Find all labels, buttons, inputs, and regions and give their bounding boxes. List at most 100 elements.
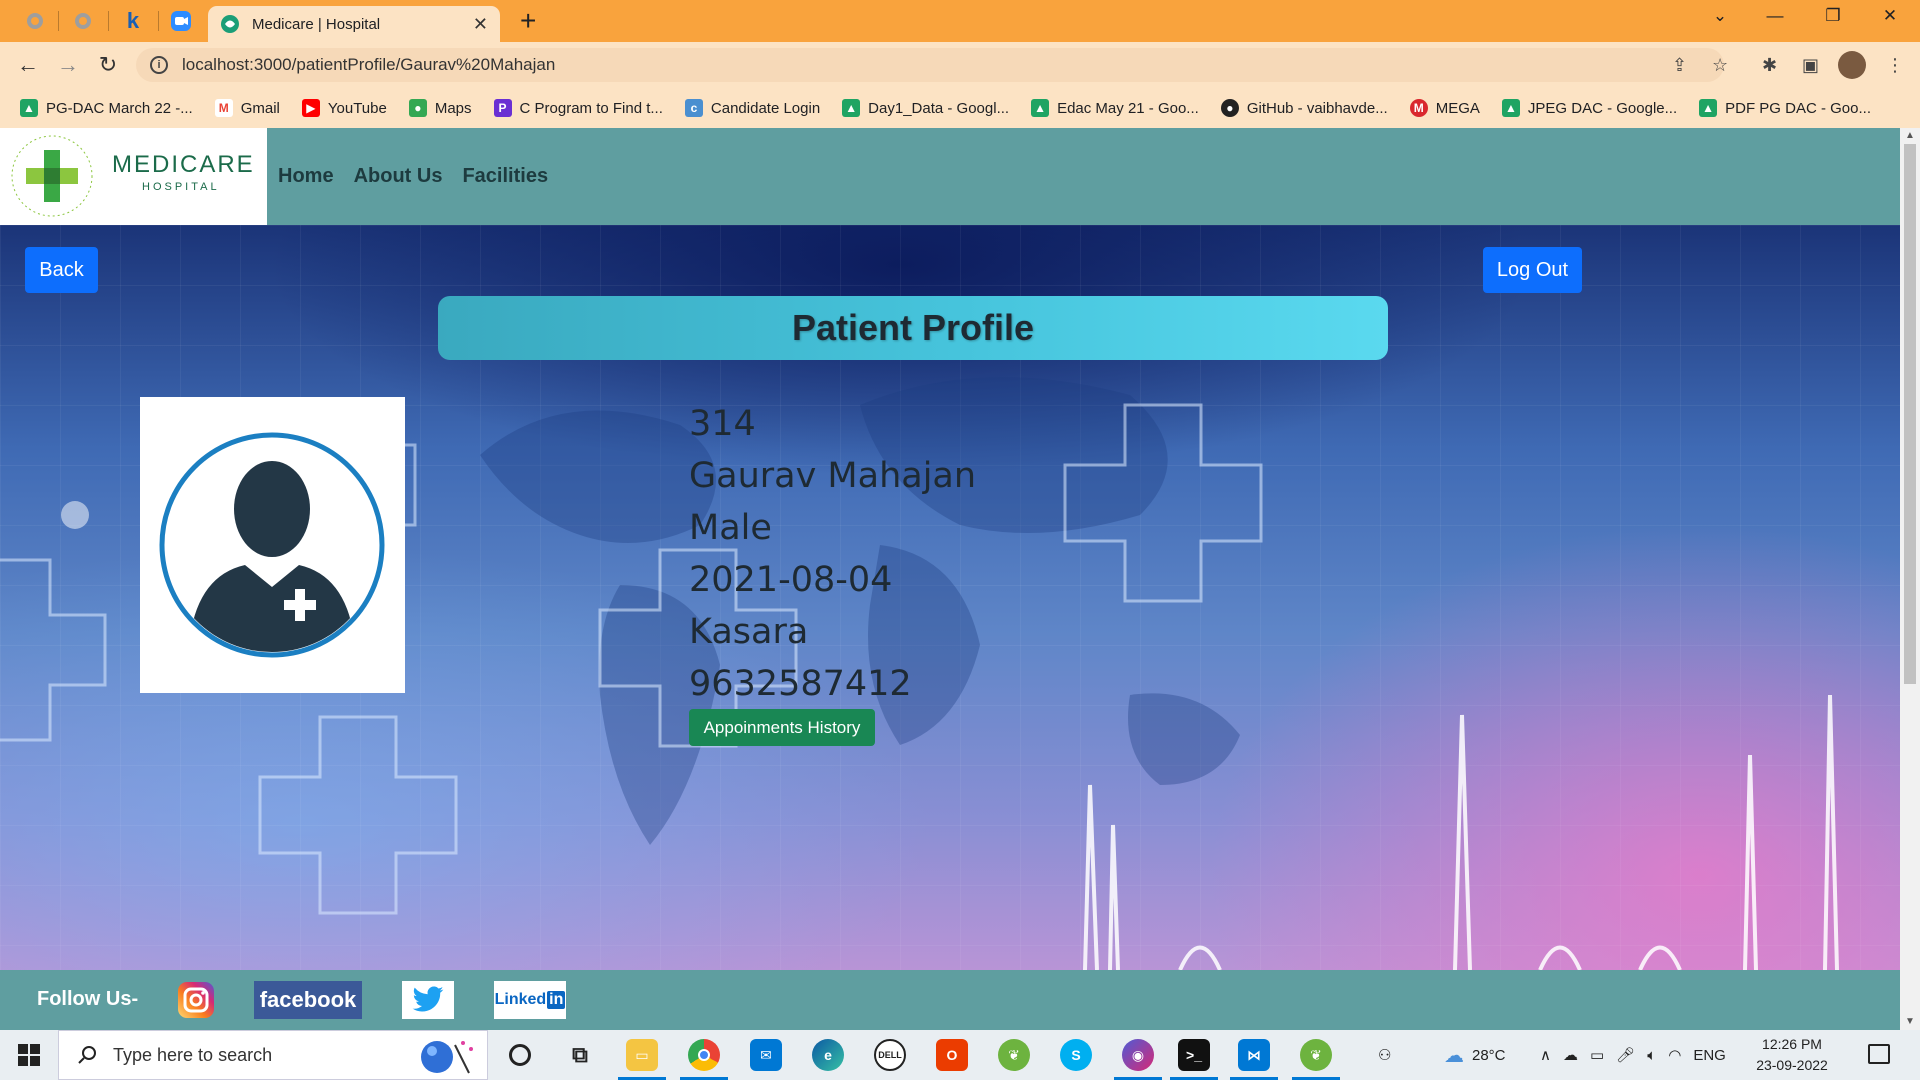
weather-temp: 28°C — [1472, 1046, 1506, 1064]
share-icon[interactable]: ⇪ — [1672, 55, 1687, 76]
wifi-icon[interactable]: ◠ — [1668, 1046, 1681, 1064]
restore-button[interactable]: ❐ — [1813, 6, 1853, 26]
page-scrollbar[interactable]: ▲ ▼ — [1900, 128, 1920, 1030]
pinned-tab-4[interactable] — [168, 8, 194, 34]
task-view-icon[interactable]: ⧉ — [564, 1039, 596, 1071]
patient-phone: 9632587412 — [689, 664, 912, 704]
site-info-icon[interactable]: i — [150, 56, 168, 74]
language-indicator[interactable]: ENG — [1693, 1047, 1726, 1064]
mail-icon[interactable]: ✉ — [750, 1039, 782, 1071]
scroll-down-icon[interactable]: ▼ — [1905, 1016, 1915, 1027]
menu-dots-icon[interactable]: ⋮ — [1886, 55, 1904, 76]
profile-avatar[interactable] — [1838, 51, 1866, 79]
bookmark-3[interactable]: ▶ YouTube — [301, 99, 387, 117]
bookmark-9[interactable]: ● GitHub - vaibhavde... — [1220, 99, 1388, 117]
reload-icon[interactable]: ↻ — [94, 51, 122, 79]
site-navbar: MEDICARE HOSPITAL Home About Us Faciliti… — [0, 128, 1900, 225]
nav-facilities[interactable]: Facilities — [462, 165, 548, 188]
chevron-up-icon[interactable]: ∧ — [1540, 1046, 1551, 1064]
dell-icon[interactable]: DELL — [874, 1039, 906, 1071]
bookmark-11[interactable]: ▲ JPEG DAC - Google... — [1501, 99, 1677, 117]
bookmarks-bar: ▲ PG-DAC March 22 -... M Gmail ▶ YouTube ● M… — [0, 88, 1920, 128]
new-tab-button[interactable]: + — [520, 5, 536, 37]
close-window-button[interactable]: ✕ — [1870, 6, 1910, 26]
notifications-icon[interactable] — [1868, 1044, 1890, 1064]
hero-background: Back Log Out Patient Profile 314 Gaurav … — [0, 225, 1900, 970]
spring-boot-icon[interactable]: ❦ — [1300, 1039, 1332, 1071]
appointments-history-button[interactable]: Appoinments History — [689, 709, 875, 746]
cortana-icon[interactable] — [509, 1044, 531, 1066]
google-drive-icon: ▲ — [842, 99, 861, 117]
address-bar[interactable]: i localhost:3000/patientProfile/Gaurav%2… — [136, 48, 1724, 82]
clock-time: 12:26 PM — [1762, 1036, 1822, 1052]
taskbar-search-input[interactable]: Type here to search — [58, 1030, 488, 1080]
nav-home[interactable]: Home — [278, 165, 334, 188]
people-icon[interactable]: ⚇ — [1378, 1030, 1391, 1080]
gmail-icon: M — [214, 99, 233, 117]
clock-date: 23-09-2022 — [1756, 1057, 1828, 1073]
terminal-icon[interactable]: >_ — [1178, 1039, 1210, 1071]
bookmark-6[interactable]: c Candidate Login — [684, 99, 820, 117]
mega-icon: M — [1409, 99, 1428, 117]
windows-start-icon[interactable] — [18, 1044, 40, 1071]
bookmark-1[interactable]: ▲ PG-DAC March 22 -... — [20, 99, 193, 117]
pinned-tab-1[interactable] — [22, 8, 48, 34]
bookmark-7[interactable]: ▲ Day1_Data - Googl... — [842, 99, 1009, 117]
battery-icon[interactable]: ▭ — [1590, 1046, 1604, 1064]
active-tab[interactable]: Medicare | Hospital ✕ — [208, 6, 500, 42]
log-out-button[interactable]: Log Out — [1483, 247, 1582, 293]
clock[interactable]: 12:26 PM 23-09-2022 — [1742, 1034, 1842, 1076]
tab-search-icon[interactable]: ⌄ — [1700, 6, 1740, 26]
onedrive-icon[interactable]: ☁ — [1563, 1046, 1578, 1064]
bookmark-4[interactable]: ● Maps — [408, 99, 472, 117]
forward-arrow-icon[interactable]: → — [54, 51, 82, 79]
pinned-tab-3[interactable]: k — [120, 8, 146, 34]
side-panel-icon[interactable]: ▣ — [1802, 55, 1819, 76]
facebook-link[interactable]: facebook — [254, 981, 362, 1019]
linkedin-icon: Linked — [494, 991, 547, 1008]
patient-user-icon — [159, 432, 385, 658]
bookmark-2[interactable]: M Gmail — [214, 99, 280, 117]
nav-about-us[interactable]: About Us — [354, 165, 443, 188]
system-tray: ∧ ☁ ▭ 🎤︎ 🔈︎ ◠ ENG — [1540, 1030, 1726, 1080]
weather-widget[interactable]: ☁ 28°C — [1444, 1030, 1506, 1080]
pinned-tab-2[interactable] — [70, 8, 96, 34]
scrollbar-thumb[interactable] — [1904, 144, 1916, 684]
bookmark-star-icon[interactable]: ☆ — [1712, 55, 1728, 76]
skype-icon[interactable]: S — [1060, 1039, 1092, 1071]
bookmark-12[interactable]: ▲ PDF PG DAC - Goo... — [1699, 99, 1871, 117]
globe-icon — [75, 13, 91, 29]
bookmark-5[interactable]: PC Program to Find t... — [493, 99, 663, 117]
back-button[interactable]: Back — [25, 247, 98, 293]
vscode-icon[interactable]: ⋈ — [1238, 1039, 1270, 1071]
chrome-icon[interactable] — [688, 1039, 720, 1071]
back-arrow-icon[interactable]: ← — [14, 51, 42, 79]
k-logo-icon: k — [126, 8, 140, 33]
office-icon[interactable]: O — [936, 1039, 968, 1071]
facebook-icon: facebook — [259, 987, 357, 1012]
spring-tool-icon[interactable]: ❦ — [998, 1039, 1030, 1071]
microphone-icon[interactable]: 🎤︎ — [1616, 1046, 1635, 1064]
weather-cloud-icon: ☁ — [1444, 1044, 1464, 1067]
close-tab-icon[interactable]: ✕ — [473, 14, 488, 35]
logo-name: MEDICARE — [112, 151, 255, 178]
medicare-logo-icon: MEDICARE HOSPITAL — [11, 135, 255, 217]
instagram-link[interactable] — [177, 981, 215, 1019]
chrome-profile-icon[interactable]: ◉ — [1122, 1039, 1154, 1071]
bookmark-10[interactable]: M MEGA — [1409, 99, 1480, 117]
twitter-link[interactable] — [402, 981, 454, 1019]
linkedin-link[interactable]: Linked in — [494, 981, 566, 1019]
site-logo[interactable]: MEDICARE HOSPITAL — [0, 128, 267, 225]
edge-icon[interactable]: e — [812, 1039, 844, 1071]
search-icon — [78, 1046, 96, 1064]
patient-name: Gaurav Mahajan — [689, 456, 977, 496]
patient-city: Kasara — [689, 612, 809, 652]
minimize-button[interactable]: — — [1755, 6, 1795, 26]
patient-id: 314 — [689, 404, 756, 444]
extensions-icon[interactable]: ✱ — [1762, 55, 1777, 76]
file-explorer-icon[interactable]: ▭ — [626, 1039, 658, 1071]
scroll-up-icon[interactable]: ▲ — [1905, 130, 1915, 141]
browser-toolbar: ← → ↻ i localhost:3000/patientProfile/Ga… — [0, 42, 1920, 88]
bookmark-8[interactable]: ▲ Edac May 21 - Goo... — [1031, 99, 1199, 117]
volume-icon[interactable]: 🔈︎ — [1647, 1047, 1656, 1064]
